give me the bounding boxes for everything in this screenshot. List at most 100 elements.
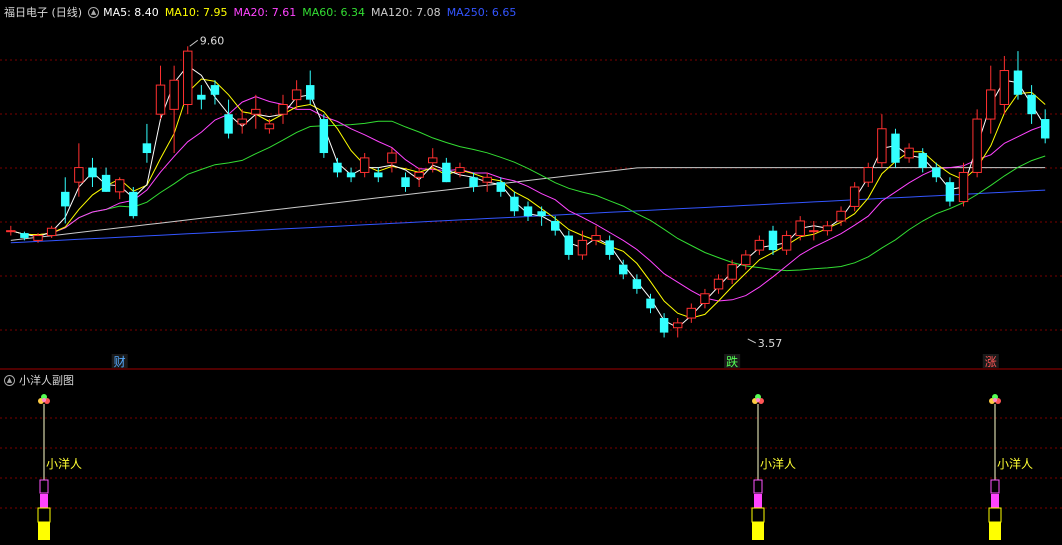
candle-body <box>591 235 601 241</box>
candle <box>999 55 1010 115</box>
candle-body <box>577 239 588 256</box>
candle-body <box>33 235 43 241</box>
candle-body <box>20 233 29 238</box>
candle <box>442 157 451 183</box>
ma60-label: MA60: 6.34 <box>302 5 365 19</box>
candle <box>958 162 969 207</box>
candle <box>278 94 288 124</box>
candle <box>795 216 805 241</box>
candle-body <box>836 210 846 222</box>
candle-body <box>659 318 669 333</box>
candle-body <box>455 167 465 173</box>
candle-body <box>482 176 492 183</box>
candle-body <box>46 227 57 237</box>
candle <box>646 293 655 314</box>
candle-body <box>306 85 315 100</box>
signal-label: 小洋人 <box>997 456 1033 471</box>
candle <box>700 288 710 309</box>
candle-body <box>169 79 179 110</box>
candle <box>863 162 873 187</box>
indicator-toggle-icon[interactable]: ▲ <box>88 6 100 18</box>
candle <box>1027 85 1036 124</box>
candle-body <box>781 235 792 251</box>
candle <box>401 172 410 192</box>
candle <box>986 65 996 134</box>
signal-bar-yellow <box>752 522 764 540</box>
candle-body <box>183 50 193 105</box>
candle-body <box>401 177 410 187</box>
candle-body <box>972 118 982 173</box>
candle-body <box>114 179 125 193</box>
candle-body <box>918 153 927 168</box>
candle-body <box>672 322 683 329</box>
candle <box>74 143 84 197</box>
candle-body <box>849 186 860 207</box>
candle <box>61 177 70 224</box>
candle-body <box>795 220 805 237</box>
sub-panel-header: ▲ 小洋人副图 <box>0 372 74 388</box>
candle <box>155 65 166 120</box>
candle <box>224 99 233 139</box>
signal-marker: 涨 <box>985 354 997 369</box>
signal-bar-yellow-outline <box>988 507 1002 523</box>
candle <box>510 191 519 217</box>
ma5-line <box>10 65 1046 329</box>
candle-body <box>197 94 206 100</box>
candle <box>142 123 152 163</box>
candle <box>1040 109 1050 144</box>
candle-body <box>986 89 996 120</box>
ma20-label: MA20: 7.61 <box>233 5 297 19</box>
flower-center-icon <box>993 398 997 402</box>
sub-panel-toggle-icon[interactable]: ▲ <box>4 374 15 386</box>
candle-body <box>551 220 560 231</box>
candle-body <box>754 239 765 251</box>
sub-indicator-chart[interactable]: 小洋人 小洋人 小洋人 <box>0 370 1062 545</box>
annotation-pointer <box>189 39 199 47</box>
candle <box>877 114 887 168</box>
xiaoyangren-signal: 小洋人 <box>988 394 1033 540</box>
candle-body <box>442 162 451 183</box>
price-annotation: 3.57 <box>758 337 783 350</box>
candle <box>672 318 683 338</box>
candle <box>822 220 833 236</box>
candle-body <box>496 182 505 192</box>
candle <box>183 46 193 115</box>
candle <box>414 167 424 187</box>
candle <box>6 225 16 236</box>
candle-body <box>414 171 424 178</box>
candle-body <box>741 254 751 266</box>
candle <box>291 80 302 110</box>
price-annotation: 9.60 <box>200 34 225 47</box>
signal-bar-yellow-outline <box>751 507 765 523</box>
candle <box>251 94 261 129</box>
candle <box>836 206 846 226</box>
signal-bar-magenta <box>991 494 999 508</box>
xiaoyangren-signal: 小洋人 <box>37 394 82 540</box>
sub-panel-title: 小洋人副图 <box>19 374 74 387</box>
candle-body <box>359 157 370 173</box>
candle-body <box>877 128 887 164</box>
candle-body <box>251 108 261 115</box>
ma10-label: MA10: 7.95 <box>164 5 228 19</box>
candle-body <box>291 89 302 101</box>
kline-chart[interactable]: 9.60 3.57 财 跌 涨 <box>0 0 1062 370</box>
candle-body <box>999 70 1010 105</box>
candle <box>577 230 588 260</box>
candle <box>1013 51 1023 100</box>
candle-body <box>346 172 356 178</box>
candle <box>904 143 914 163</box>
candle-body <box>646 298 655 309</box>
candle <box>754 235 765 255</box>
ma5-label: MA5: 8.40 <box>103 5 159 19</box>
candle-body <box>632 279 642 289</box>
signal-bar-outline <box>753 479 763 494</box>
candle <box>891 128 900 168</box>
signal-bar-yellow <box>38 522 50 540</box>
candle-body <box>101 174 111 192</box>
candle-body <box>264 123 275 130</box>
ma250-label: MA250: 6.65 <box>446 5 517 19</box>
candle-body <box>1040 119 1050 139</box>
candle-body <box>374 172 383 178</box>
candle <box>264 119 275 134</box>
candle-body <box>809 230 819 233</box>
